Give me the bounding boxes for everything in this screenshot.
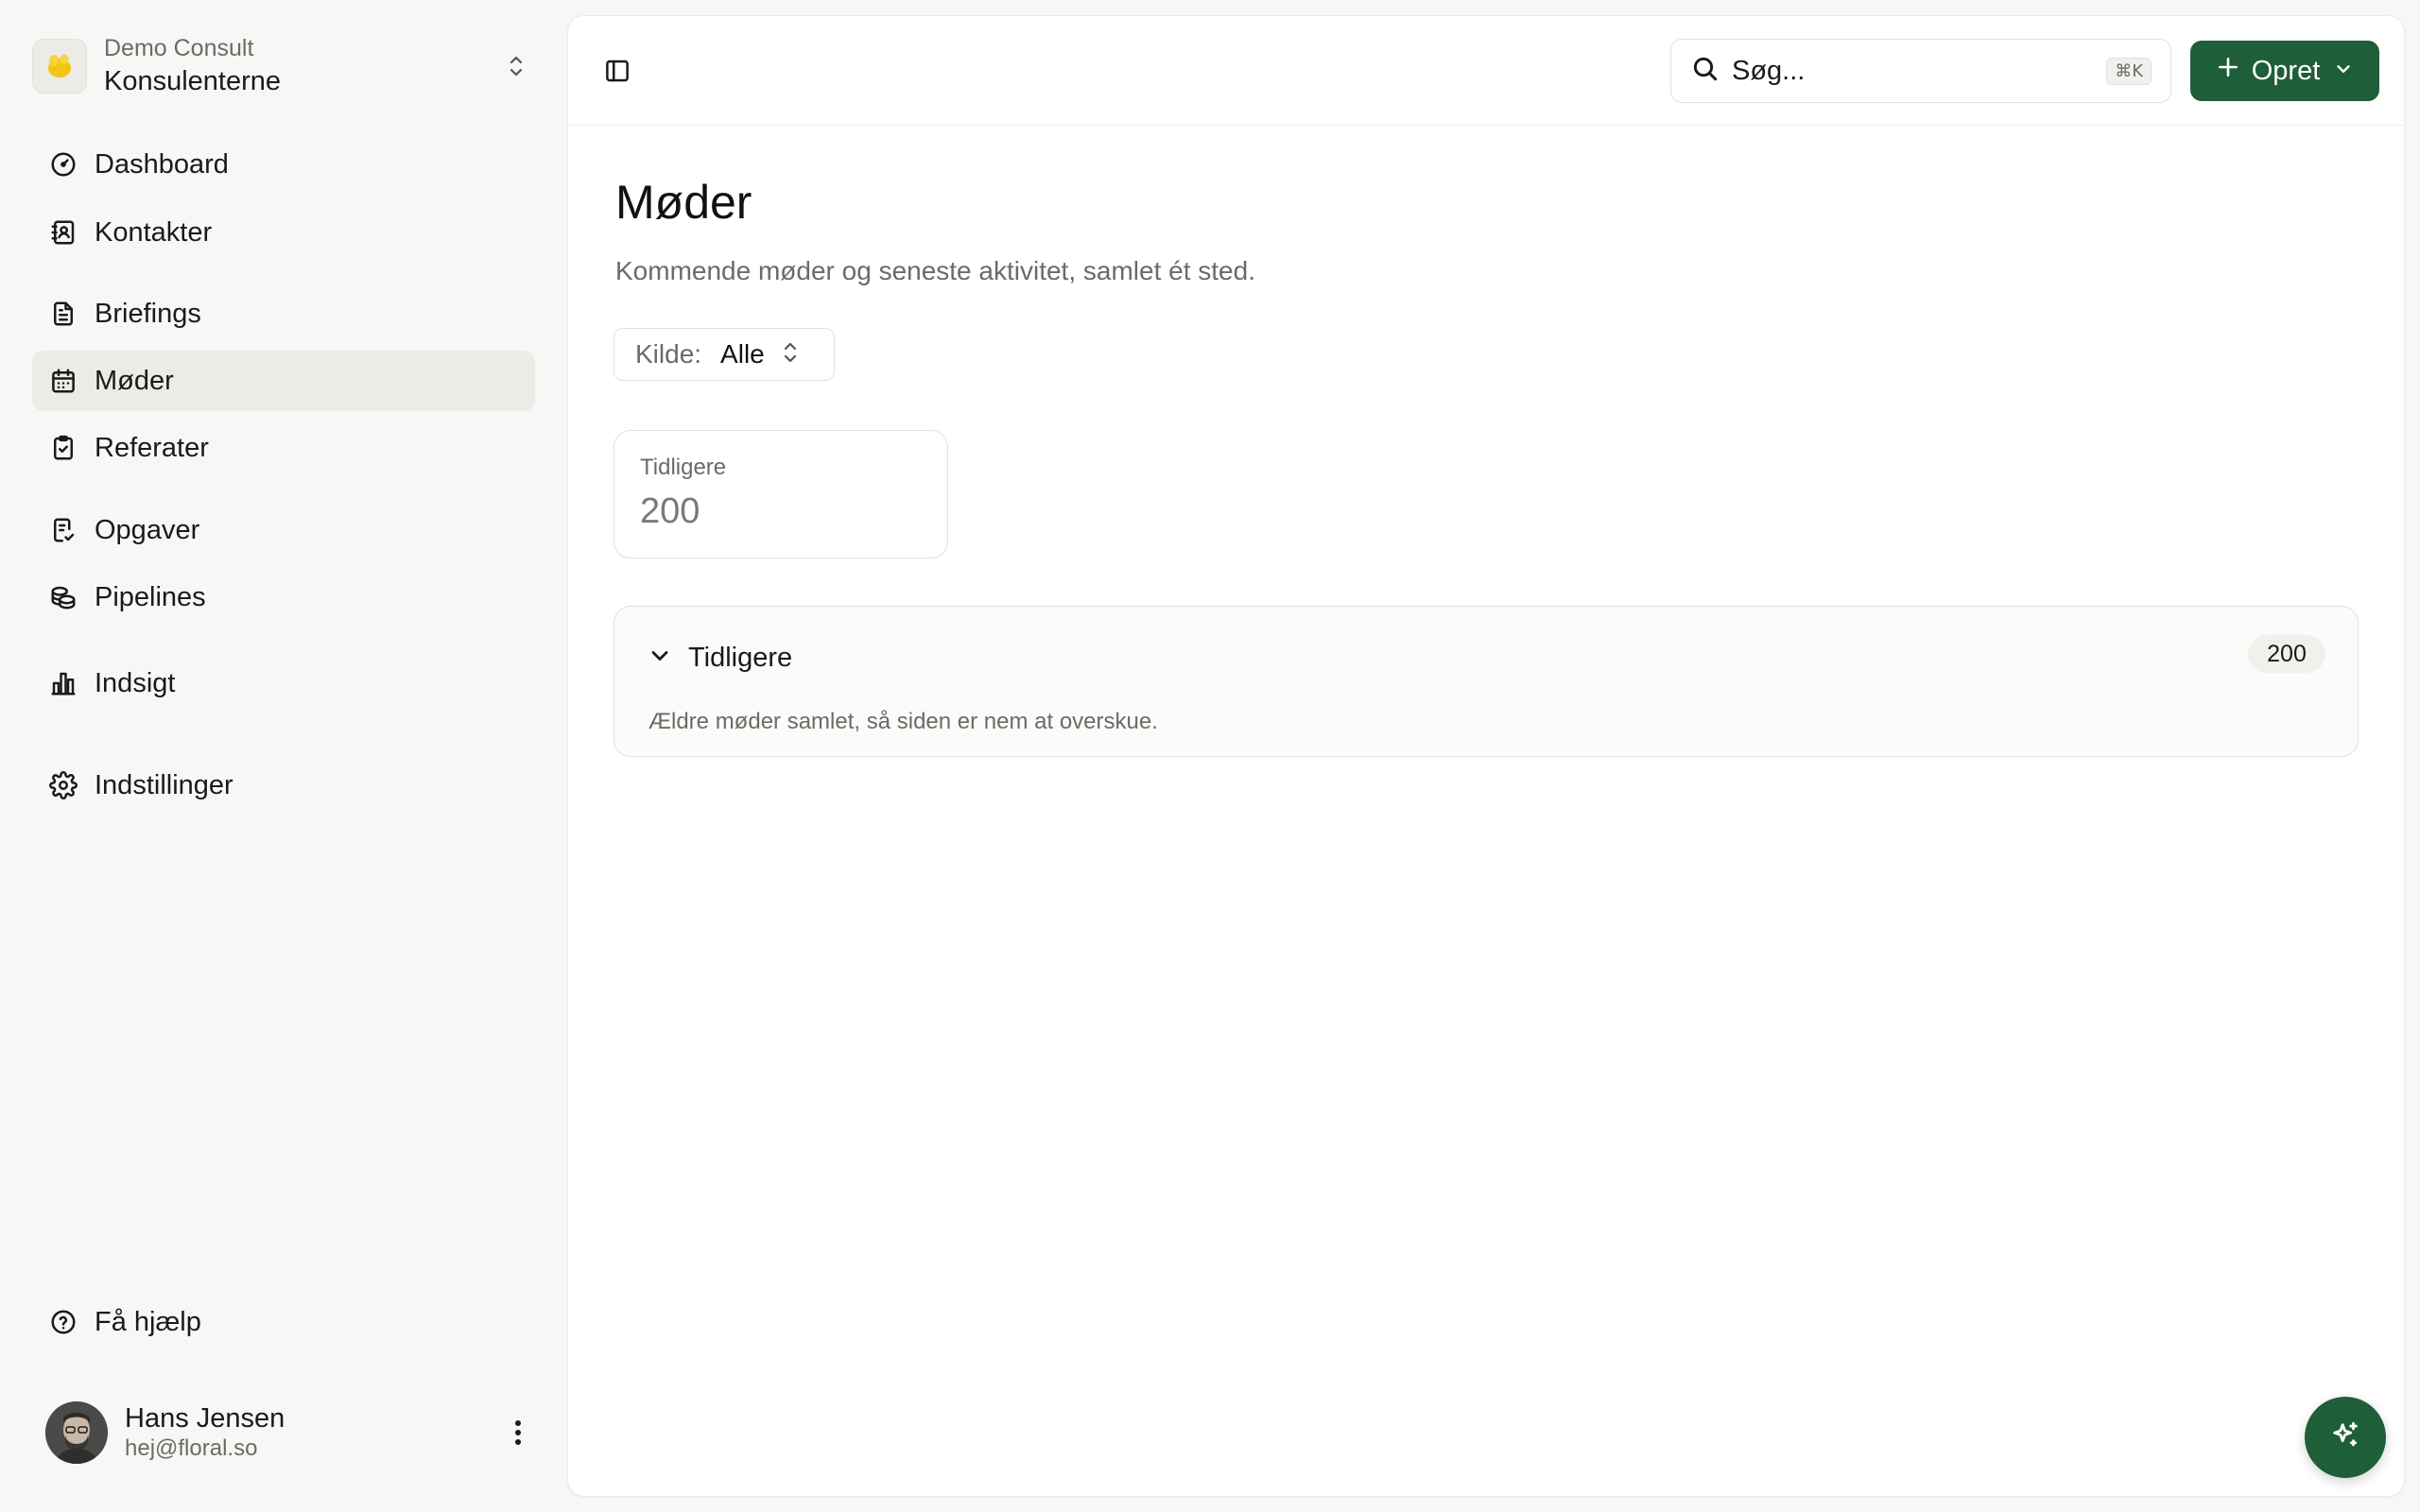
ai-assistant-button[interactable] <box>2305 1397 2386 1478</box>
clipboard-check-icon <box>47 432 79 464</box>
page-subtitle: Kommende møder og seneste aktivitet, sam… <box>615 256 1255 285</box>
sidebar-item-briefings[interactable]: Briefings <box>32 284 535 344</box>
sidebar-item-indstillinger[interactable]: Indstillinger <box>32 755 535 816</box>
calendar-icon <box>47 365 79 397</box>
search-shortcut: ⌘K <box>2106 57 2152 85</box>
user-email: hej@floral.so <box>125 1435 258 1461</box>
search-placeholder: Søg... <box>1732 55 1806 86</box>
sidebar: Demo Consult Konsulenterne Dashboard Kon… <box>0 0 567 1512</box>
section-toggle[interactable]: Tidligere <box>647 643 792 674</box>
source-filter-select[interactable]: Kilde: Alle <box>614 328 835 381</box>
task-list-icon <box>47 514 79 546</box>
sidebar-item-moeder[interactable]: Møder <box>32 351 535 411</box>
page-title: Møder <box>615 176 752 229</box>
chevron-down-icon <box>2333 56 2354 87</box>
section-title: Tidligere <box>688 643 793 673</box>
sparkles-icon <box>2329 1419 2361 1456</box>
plus-icon <box>2216 55 2240 87</box>
sidebar-item-label: Indsigt <box>95 667 176 698</box>
user-profile[interactable]: Hans Jensen hej@floral.so <box>45 1399 537 1467</box>
chevron-down-icon <box>647 643 673 674</box>
help-label: Få hjælp <box>95 1306 201 1337</box>
gear-icon <box>47 769 79 801</box>
more-vertical-icon[interactable] <box>499 1414 537 1452</box>
sidebar-item-referater[interactable]: Referater <box>32 418 535 478</box>
sidebar-item-label: Møder <box>95 365 174 396</box>
document-icon <box>47 298 79 330</box>
sidebar-toggle-icon[interactable] <box>598 52 636 90</box>
sidebar-item-pipelines[interactable]: Pipelines <box>32 567 535 627</box>
workspace-org: Demo Consult <box>104 35 254 61</box>
sidebar-item-label: Dashboard <box>95 148 229 180</box>
sidebar-item-indsigt[interactable]: Indsigt <box>32 653 535 713</box>
search-icon <box>1690 54 1720 89</box>
help-link[interactable]: Få hjælp <box>32 1292 535 1352</box>
filter-value: Alle <box>720 339 765 369</box>
sidebar-item-label: Briefings <box>95 298 201 329</box>
sidebar-item-opgaver[interactable]: Opgaver <box>32 500 535 560</box>
sidebar-item-label: Referater <box>95 432 209 463</box>
chevron-up-down-icon <box>782 340 799 369</box>
filter-label: Kilde: <box>635 339 702 369</box>
sidebar-item-dashboard[interactable]: Dashboard <box>32 134 535 195</box>
create-button-label: Opret <box>2251 55 2321 86</box>
main-panel: Søg... ⌘K Opret Møder Kommende møder og … <box>567 15 2405 1497</box>
contacts-icon <box>47 216 79 249</box>
stat-value: 200 <box>640 491 700 531</box>
top-bar: Søg... ⌘K Opret <box>568 16 2404 126</box>
workspace-name: Konsulenterne <box>104 66 282 96</box>
bar-chart-icon <box>47 667 79 699</box>
user-name: Hans Jensen <box>125 1403 285 1434</box>
sidebar-item-label: Pipelines <box>95 581 206 612</box>
sidebar-item-kontakter[interactable]: Kontakter <box>32 202 535 263</box>
workspace-switcher[interactable]: Demo Consult Konsulenterne <box>32 25 533 108</box>
sidebar-item-label: Indstillinger <box>95 769 233 800</box>
stat-card-previous: Tidligere 200 <box>614 430 948 558</box>
avatar <box>45 1401 108 1464</box>
sidebar-item-label: Kontakter <box>95 216 213 248</box>
search-input[interactable]: Søg... ⌘K <box>1670 39 2171 103</box>
coins-icon <box>47 581 79 613</box>
section-description: Ældre møder samlet, så siden er nem at o… <box>648 709 1158 734</box>
gauge-icon <box>47 148 79 180</box>
previous-meetings-section: Tidligere Ældre møder samlet, så siden e… <box>614 606 2359 757</box>
help-circle-icon <box>47 1306 79 1338</box>
chevron-up-down-icon <box>499 49 533 83</box>
workspace-logo <box>32 39 87 94</box>
count-badge: 200 <box>2248 635 2325 673</box>
create-button[interactable]: Opret <box>2190 41 2379 101</box>
stat-label: Tidligere <box>640 455 727 480</box>
sidebar-item-label: Opgaver <box>95 514 200 545</box>
